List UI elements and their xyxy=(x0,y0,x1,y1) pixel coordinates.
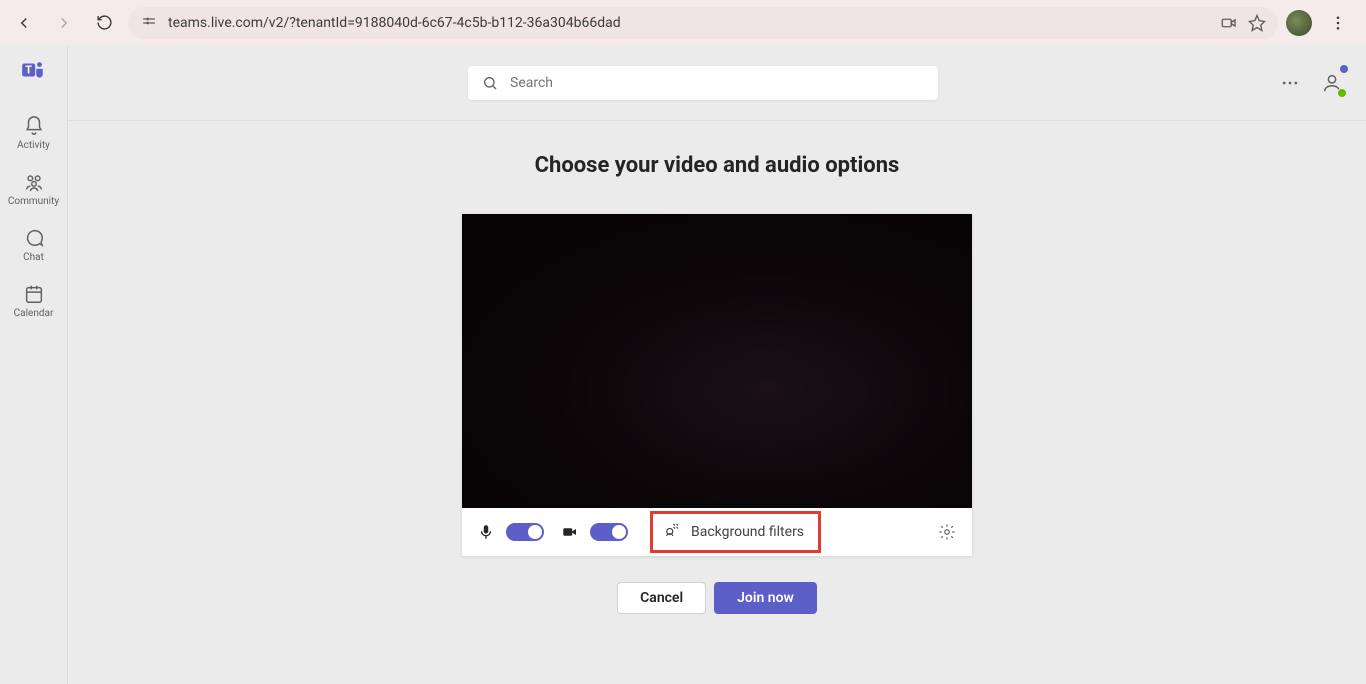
back-button[interactable] xyxy=(8,7,40,39)
gear-icon xyxy=(938,523,956,541)
background-filters-icon xyxy=(663,521,681,543)
sidebar-item-label: Activity xyxy=(17,140,50,151)
search-field[interactable] xyxy=(510,75,924,91)
search-icon xyxy=(482,75,498,91)
cancel-button-label: Cancel xyxy=(640,590,683,606)
sidebar: T Activity Community Chat Calendar xyxy=(0,45,68,684)
forward-button[interactable] xyxy=(48,7,80,39)
sidebar-item-label: Community xyxy=(8,196,59,207)
browser-menu-button[interactable] xyxy=(1322,7,1354,39)
chat-icon xyxy=(23,227,45,249)
ellipsis-icon xyxy=(1280,73,1300,93)
join-now-button-label: Join now xyxy=(737,590,794,606)
profile-button[interactable] xyxy=(1318,69,1346,97)
more-options-button[interactable] xyxy=(1280,73,1300,93)
camera-toggle[interactable] xyxy=(590,523,628,541)
video-preview xyxy=(462,214,972,508)
calendar-icon xyxy=(23,283,45,305)
address-bar[interactable]: teams.live.com/v2/?tenantId=9188040d-6c6… xyxy=(128,7,1278,39)
camera-icon xyxy=(560,522,580,542)
browser-toolbar: teams.live.com/v2/?tenantId=9188040d-6c6… xyxy=(0,0,1366,45)
teams-logo-icon[interactable]: T xyxy=(20,57,48,85)
join-now-button[interactable]: Join now xyxy=(714,582,817,614)
browser-profile-avatar[interactable] xyxy=(1286,10,1312,36)
teams-app: T Activity Community Chat Calendar xyxy=(0,45,1366,684)
background-filters-label: Background filters xyxy=(691,524,804,540)
search-input[interactable] xyxy=(468,66,938,100)
presence-available-icon xyxy=(1337,88,1347,98)
page-title: Choose your video and audio options xyxy=(535,153,900,178)
reload-button[interactable] xyxy=(88,7,120,39)
action-buttons: Cancel Join now xyxy=(617,582,817,614)
sidebar-item-activity[interactable]: Activity xyxy=(0,105,68,161)
video-permission-icon[interactable] xyxy=(1220,14,1238,32)
background-filters-button[interactable]: Background filters xyxy=(650,511,821,553)
browser-right-controls xyxy=(1286,7,1358,39)
url-text: teams.live.com/v2/?tenantId=9188040d-6c6… xyxy=(168,15,1210,31)
sidebar-item-chat[interactable]: Chat xyxy=(0,217,68,273)
bell-icon xyxy=(23,115,45,137)
mic-toggle[interactable] xyxy=(506,523,544,541)
site-settings-icon[interactable] xyxy=(140,14,158,32)
video-controls-bar: Background filters xyxy=(462,508,972,556)
svg-text:T: T xyxy=(25,63,32,76)
mic-icon xyxy=(476,522,496,542)
prejoin-content: Choose your video and audio options xyxy=(68,121,1366,684)
main-area: Choose your video and audio options xyxy=(68,45,1366,684)
sidebar-item-label: Chat xyxy=(23,252,44,263)
video-card: Background filters xyxy=(462,214,972,556)
notification-dot-icon xyxy=(1340,65,1348,73)
sidebar-item-community[interactable]: Community xyxy=(0,161,68,217)
cancel-button[interactable]: Cancel xyxy=(617,582,706,614)
sidebar-item-calendar[interactable]: Calendar xyxy=(0,273,68,329)
bookmark-icon[interactable] xyxy=(1248,14,1266,32)
app-top-bar xyxy=(68,45,1366,121)
people-icon xyxy=(23,171,45,193)
device-settings-button[interactable] xyxy=(936,521,958,543)
sidebar-item-label: Calendar xyxy=(14,308,54,319)
